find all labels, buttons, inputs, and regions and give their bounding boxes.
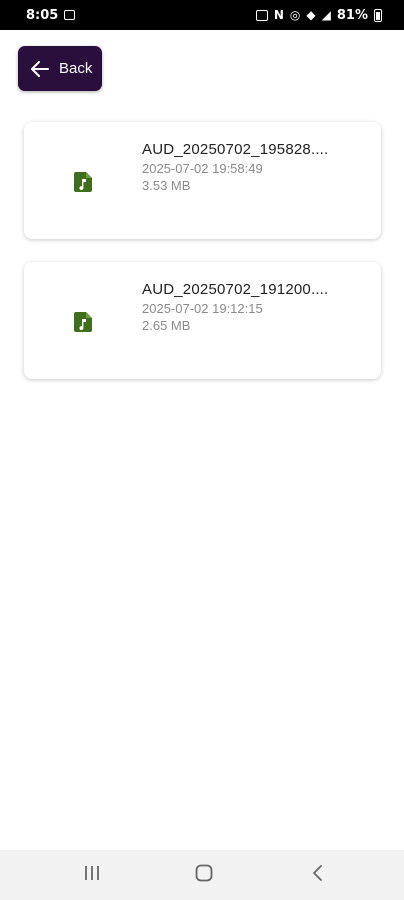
back-nav-icon [312,864,324,886]
hotspot-icon: ◎ [289,8,301,22]
file-info: AUD_20250702_191200.... 2025-07-02 19:12… [142,280,367,334]
file-name: AUD_20250702_191200.... [142,281,329,298]
wifi-icon: ◆ [306,8,316,22]
nfc-icon: N [273,8,284,22]
recent-apps-button[interactable] [62,850,122,900]
battery-percent: 81% [336,7,368,23]
home-icon [195,864,213,887]
file-info: AUD_20250702_195828.... 2025-07-02 19:58… [142,140,367,194]
back-button-label: Back [59,60,93,77]
status-left: 8:05 [26,7,76,23]
audio-file-icon [74,172,92,192]
file-name: AUD_20250702_195828.... [142,141,329,158]
notification-icon [255,9,268,21]
file-card[interactable]: AUD_20250702_195828.... 2025-07-02 19:58… [24,122,381,239]
status-time: 8:05 [26,7,59,23]
battery-icon [374,8,382,22]
back-nav-button[interactable] [288,850,348,900]
file-date: 2025-07-02 19:12:15 [142,301,263,316]
gallery-notification-icon [64,10,76,20]
signal-icon: ◢ [321,8,331,22]
file-date: 2025-07-02 19:58:49 [142,161,263,176]
status-right: N ◎ ◆ ◢ 81% [255,7,382,23]
navigation-bar [0,850,404,900]
home-button[interactable] [174,850,234,900]
audio-file-icon [74,312,92,332]
arrow-left-icon [31,60,49,77]
back-button[interactable]: Back [18,46,102,91]
file-size: 2.65 MB [142,318,191,333]
file-card[interactable]: AUD_20250702_191200.... 2025-07-02 19:12… [24,262,381,379]
file-size: 3.53 MB [142,178,191,193]
status-bar: 8:05 N ◎ ◆ ◢ 81% [0,0,404,30]
recent-apps-icon [84,865,100,886]
